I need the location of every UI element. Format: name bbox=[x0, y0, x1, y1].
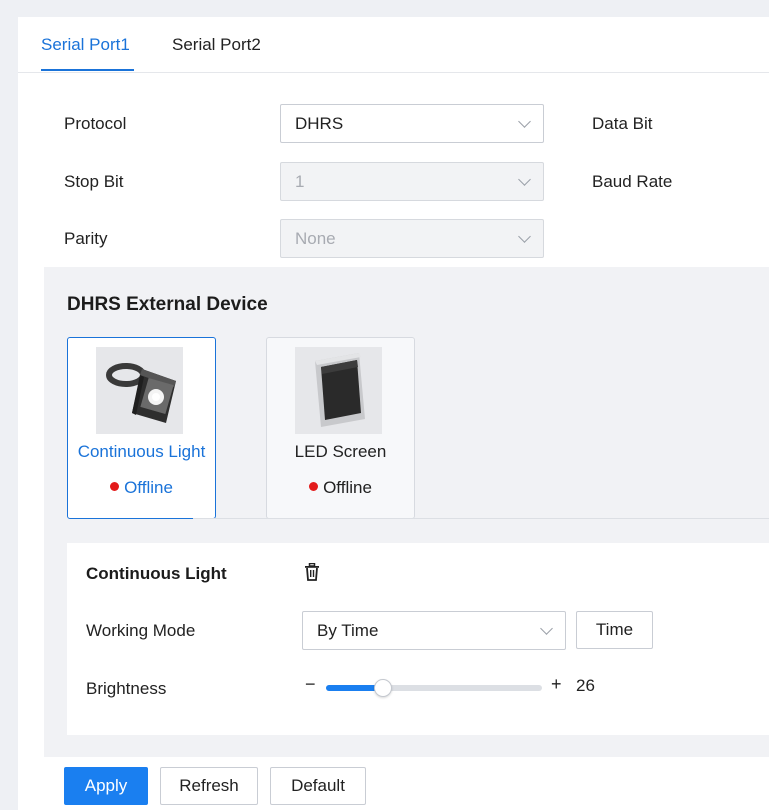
brightness-slider-handle[interactable] bbox=[374, 679, 393, 697]
chevron-down-icon bbox=[540, 622, 553, 635]
device-card-led-screen[interactable]: LED Screen Offline bbox=[266, 337, 415, 519]
protocol-label: Protocol bbox=[64, 114, 127, 133]
protocol-select[interactable]: DHRS bbox=[280, 104, 544, 143]
serial-port-panel: Serial Port1 Serial Port2 Protocol DHRS … bbox=[18, 17, 769, 810]
apply-button[interactable]: Apply bbox=[64, 767, 148, 805]
data-bit-label: Data Bit bbox=[592, 114, 653, 133]
device-name: Continuous Light bbox=[77, 442, 206, 461]
default-button[interactable]: Default bbox=[270, 767, 366, 805]
working-mode-select-value: By Time bbox=[317, 621, 379, 640]
working-mode-select[interactable]: By Time bbox=[302, 611, 566, 650]
parity-select: None bbox=[280, 219, 544, 258]
tab-bar: Serial Port1 Serial Port2 bbox=[18, 17, 769, 73]
chevron-down-icon bbox=[518, 230, 531, 243]
brightness-label: Brightness bbox=[86, 679, 167, 698]
brightness-decrease-button[interactable]: − bbox=[305, 674, 316, 695]
tab-serial-port2[interactable]: Serial Port2 bbox=[172, 35, 261, 55]
stop-bit-label: Stop Bit bbox=[64, 172, 124, 191]
offline-dot-icon bbox=[110, 482, 120, 491]
trash-icon[interactable] bbox=[304, 563, 320, 581]
brightness-value: 26 bbox=[576, 676, 595, 695]
offline-dot-icon bbox=[309, 482, 319, 491]
device-card-continuous-light[interactable]: Continuous Light Offline bbox=[67, 337, 216, 519]
device-status: Offline bbox=[68, 478, 215, 498]
stop-bit-select-value: 1 bbox=[295, 172, 305, 191]
device-detail-panel: Continuous Light Working Mode By Time Ti… bbox=[67, 543, 769, 735]
led-screen-device-icon bbox=[295, 347, 382, 434]
device-name: LED Screen bbox=[294, 442, 387, 461]
chevron-down-icon bbox=[518, 173, 531, 186]
parity-label: Parity bbox=[64, 229, 108, 248]
refresh-button[interactable]: Refresh bbox=[160, 767, 258, 805]
brightness-slider-track[interactable] bbox=[326, 679, 542, 697]
continuous-light-device-icon bbox=[96, 347, 183, 434]
protocol-select-value: DHRS bbox=[295, 114, 344, 133]
external-device-title: DHRS External Device bbox=[67, 294, 268, 315]
device-status-text: Offline bbox=[323, 478, 372, 497]
external-device-section: DHRS External Device Continuous Light Of… bbox=[44, 267, 769, 757]
time-button[interactable]: Time bbox=[576, 611, 653, 649]
brightness-increase-button[interactable]: + bbox=[551, 674, 562, 695]
stop-bit-select: 1 bbox=[280, 162, 544, 201]
detail-title: Continuous Light bbox=[86, 564, 227, 583]
baud-rate-label: Baud Rate bbox=[592, 172, 673, 191]
active-tab-indicator bbox=[41, 69, 134, 71]
parity-select-value: None bbox=[295, 229, 336, 248]
device-status: Offline bbox=[267, 478, 414, 498]
chevron-down-icon bbox=[518, 115, 531, 128]
tab-serial-port1[interactable]: Serial Port1 bbox=[41, 35, 130, 55]
working-mode-label: Working Mode bbox=[86, 621, 196, 640]
device-status-text: Offline bbox=[124, 478, 173, 497]
divider bbox=[193, 518, 769, 519]
